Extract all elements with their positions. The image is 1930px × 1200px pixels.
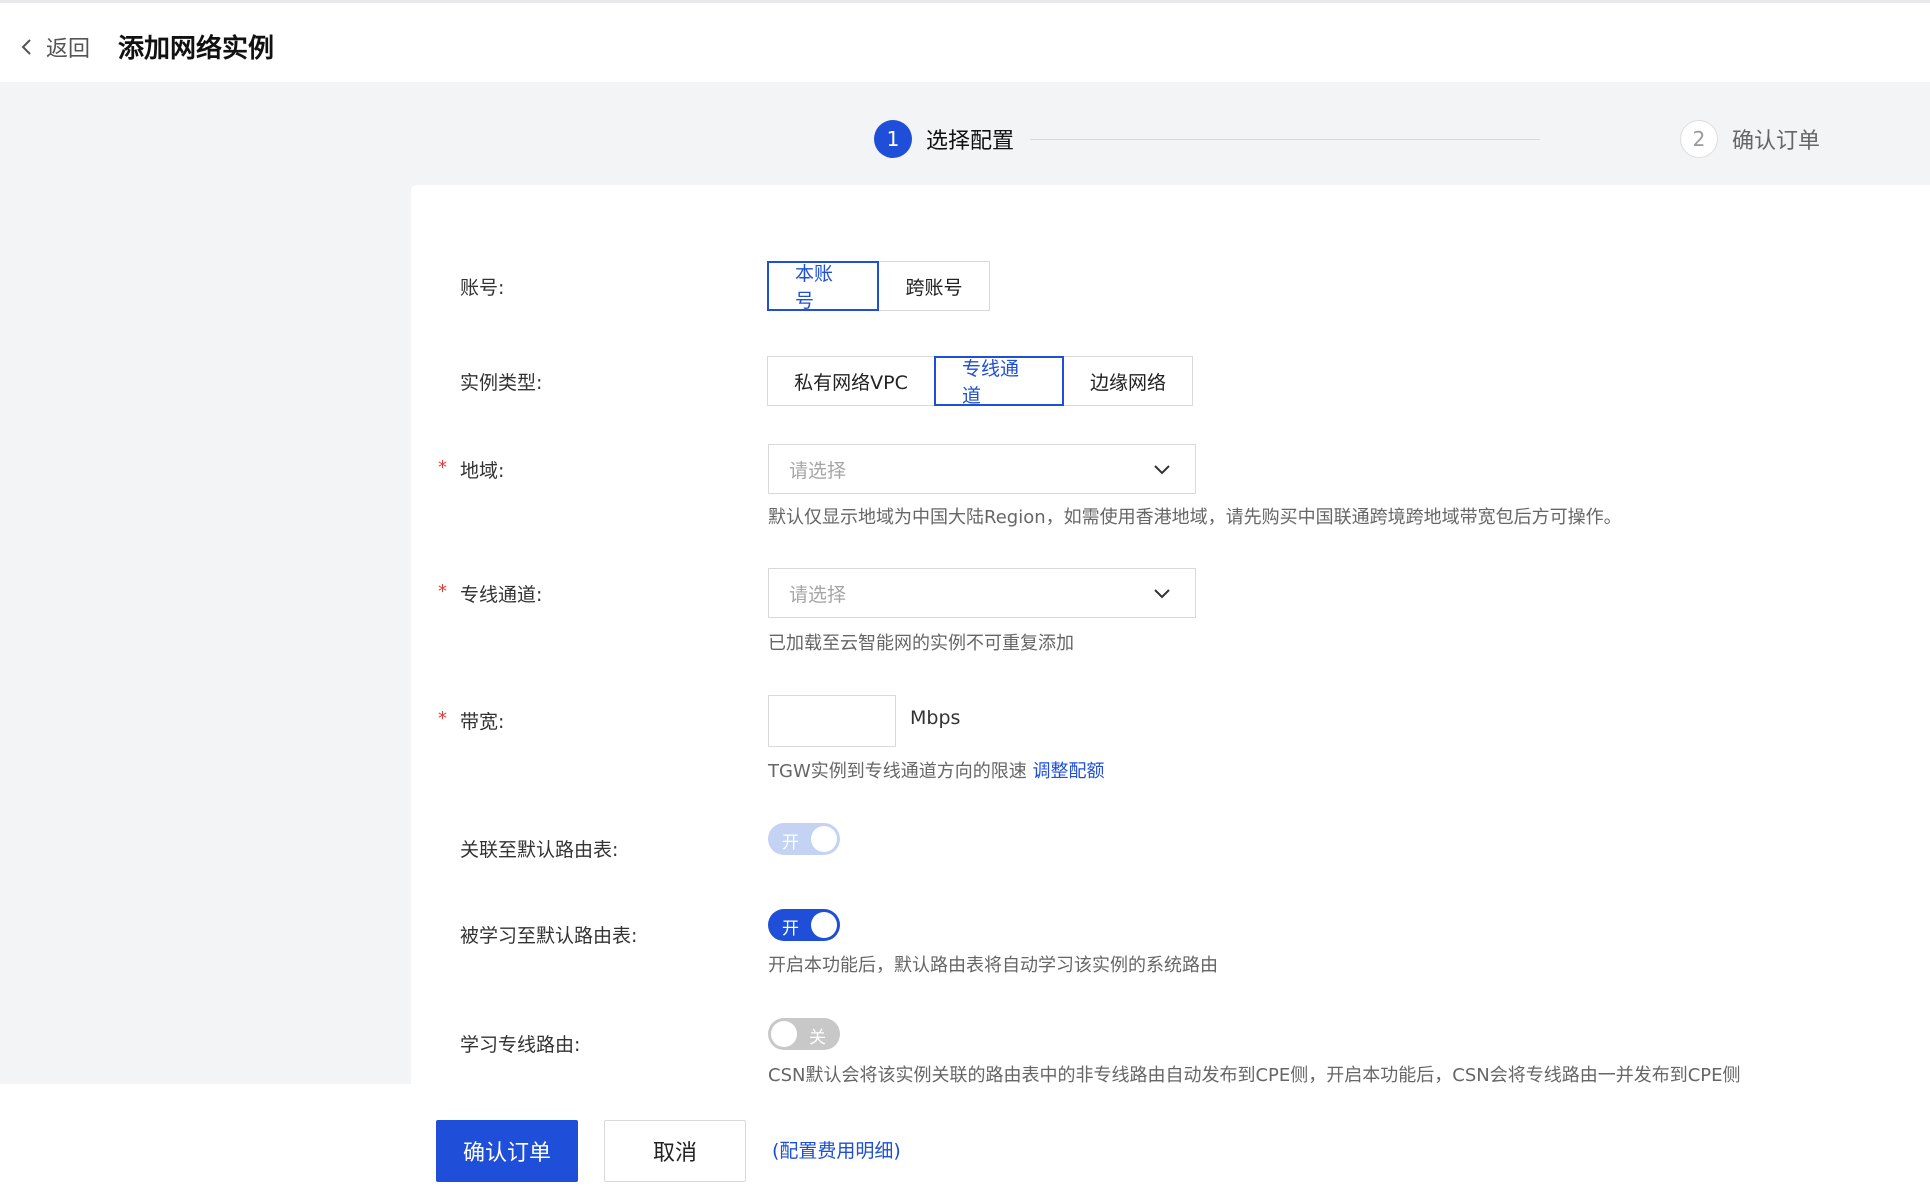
account-selector: 本账号 跨账号 [767,261,990,312]
region-required-mark: * [438,457,447,478]
instance-type-selector: 私有网络VPC 专线通道 边缘网络 [767,356,1193,407]
learn-dc-route-toggle[interactable]: 关 [768,1018,840,1050]
instance-type-dc[interactable]: 专线通道 [934,356,1064,407]
toggle-knob [811,912,837,938]
region-select[interactable]: 请选择 [768,444,1196,494]
footer-bar [0,1084,1930,1200]
toggle-knob [771,1021,797,1047]
chevron-down-icon [1154,465,1170,475]
page-title: 添加网络实例 [118,34,275,64]
account-option-own[interactable]: 本账号 [767,261,879,312]
learned-default-route-label: 被学习至默认路由表: [460,925,638,947]
account-option-cross[interactable]: 跨账号 [878,261,990,311]
bandwidth-input[interactable] [768,695,896,747]
adjust-quota-link[interactable]: 调整配额 [1032,761,1104,782]
toggle-state: 关 [809,1028,826,1048]
learned-default-route-toggle[interactable]: 开 [768,909,840,941]
toggle-knob [811,826,837,852]
back-label: 返回 [46,37,91,62]
chevron-down-icon [1154,589,1170,599]
step-1-label: 选择配置 [926,129,1015,154]
step-1-number: 1 [874,120,912,158]
instance-type-vpc[interactable]: 私有网络VPC [767,356,935,406]
step-1: 1 选择配置 [874,120,1014,158]
dc-select[interactable]: 请选择 [768,568,1196,618]
bandwidth-required-mark: * [438,708,447,729]
account-label: 账号: [460,277,505,299]
associate-default-route-label: 关联至默认路由表: [460,839,619,861]
fee-details-link[interactable]: (配置费用明细) [772,1136,901,1163]
dc-required-mark: * [438,581,447,602]
form-panel [411,185,1930,1084]
learn-dc-route-label: 学习专线路由: [460,1034,581,1056]
toggle-state: 开 [782,919,799,939]
step-2-number: 2 [1680,120,1718,158]
chevron-left-icon [21,39,31,55]
dc-help: 已加载至云智能网的实例不可重复添加 [768,633,1074,654]
cancel-button[interactable]: 取消 [604,1120,746,1182]
step-2-label: 确认订单 [1732,129,1821,154]
back-button[interactable]: 返回 [20,31,90,63]
learned-default-route-help: 开启本功能后，默认路由表将自动学习该实例的系统路由 [768,955,1218,976]
step-connector [1030,139,1540,140]
instance-type-label: 实例类型: [460,372,543,394]
bandwidth-help-text: TGW实例到专线通道方向的限速 [768,761,1027,782]
region-placeholder: 请选择 [789,459,847,482]
toggle-state: 开 [782,833,799,853]
region-label: 地域: [460,460,505,482]
bandwidth-help: TGW实例到专线通道方向的限速 调整配额 [768,757,1104,783]
step-2: 2 确认订单 [1680,120,1820,158]
bandwidth-unit: Mbps [910,707,961,729]
associate-default-route-toggle[interactable]: 开 [768,823,840,855]
instance-type-edge[interactable]: 边缘网络 [1063,356,1193,406]
bandwidth-label: 带宽: [460,711,505,733]
dc-placeholder: 请选择 [789,583,847,606]
confirm-order-button[interactable]: 确认订单 [436,1120,578,1182]
page-header: 返回 添加网络实例 [0,3,1930,82]
region-help: 默认仅显示地域为中国大陆Region，如需使用香港地域，请先购买中国联通跨境跨地… [768,507,1622,528]
step-indicator: 1 选择配置 2 确认订单 [874,120,1874,160]
dc-label: 专线通道: [460,584,543,606]
